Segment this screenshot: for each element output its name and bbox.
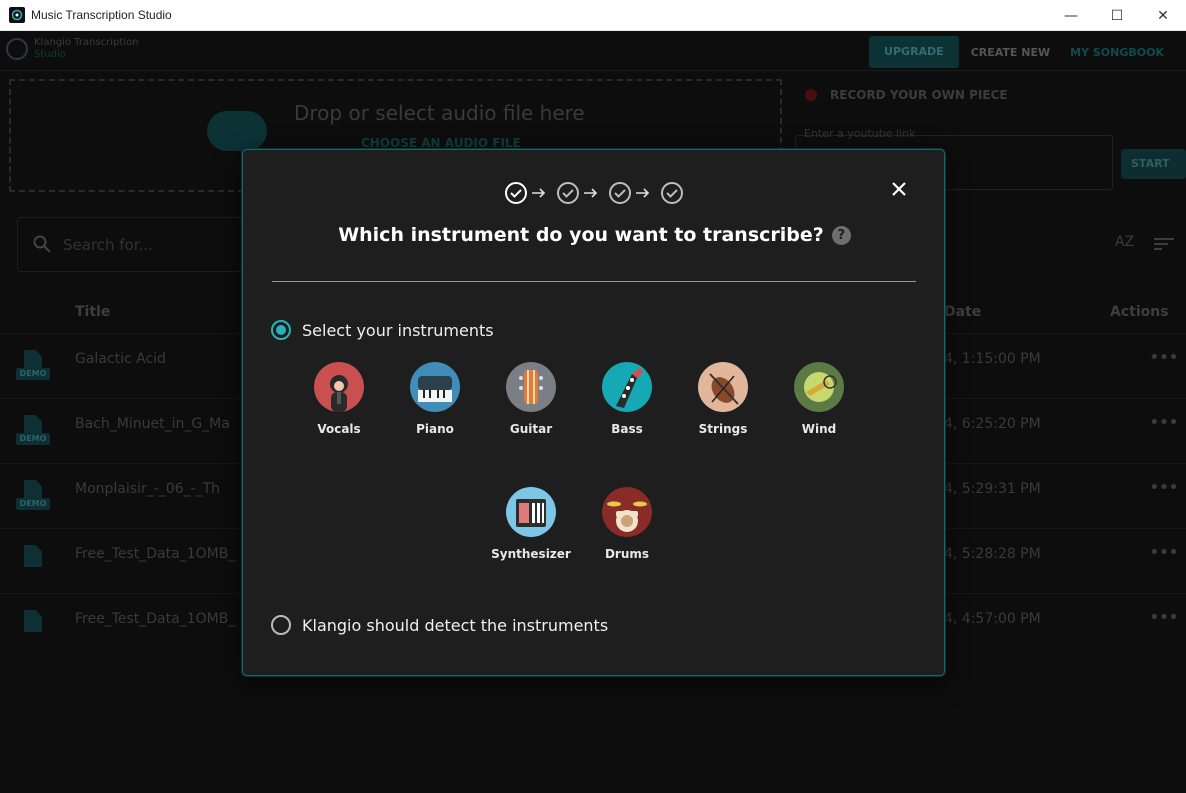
drums-icon: [602, 487, 652, 537]
more-actions-icon[interactable]: •••: [1149, 542, 1179, 563]
instrument-drums[interactable]: Drums: [587, 487, 667, 561]
song-date: 4, 6:25:20 PM: [944, 416, 1041, 432]
instrument-synthesizer[interactable]: Synthesizer: [491, 487, 571, 561]
more-actions-icon[interactable]: •••: [1149, 412, 1179, 433]
radio-select-instruments[interactable]: [271, 320, 291, 340]
brand-logo-icon: [6, 38, 28, 60]
vocals-icon: [314, 362, 364, 412]
radio-detect-instruments[interactable]: [271, 615, 291, 635]
close-icon[interactable]: [890, 180, 908, 198]
instrument-bass[interactable]: Bass: [587, 362, 667, 436]
more-actions-icon[interactable]: •••: [1149, 347, 1179, 368]
minimize-button[interactable]: —: [1048, 0, 1094, 31]
sort-list-icon[interactable]: [1154, 237, 1174, 251]
brand-sub: Studio: [34, 49, 66, 60]
song-date: 4, 5:28:28 PM: [944, 546, 1041, 562]
file-icon: [24, 610, 42, 632]
instrument-vocals[interactable]: Vocals: [299, 362, 379, 436]
instrument-wind[interactable]: Wind: [779, 362, 859, 436]
step-3-check-icon: [609, 182, 631, 204]
instrument-piano[interactable]: Piano: [395, 362, 475, 436]
demo-badge: DEMO: [16, 498, 50, 510]
help-icon[interactable]: ?: [831, 225, 851, 245]
progress-steps: [505, 182, 683, 204]
column-date-label: Date: [944, 304, 982, 320]
instrument-dialog: Which instrument do you want to transcri…: [242, 149, 945, 676]
create-new-link[interactable]: CREATE NEW: [971, 46, 1050, 59]
sort-az-icon[interactable]: AZ: [1115, 234, 1134, 250]
column-actions: Actions: [1110, 304, 1169, 320]
cloud-upload-icon: [207, 111, 267, 151]
column-title[interactable]: Title: [75, 304, 110, 320]
record-dot-icon: [805, 89, 817, 101]
song-title[interactable]: Bach_Minuet_in_G_Ma: [75, 416, 230, 432]
wind-icon: [794, 362, 844, 412]
brand[interactable]: Klangio Transcription Studio: [6, 37, 139, 61]
song-date: 4, 5:29:31 PM: [944, 481, 1041, 497]
dialog-title: Which instrument do you want to transcri…: [338, 224, 824, 246]
start-button[interactable]: START: [1121, 149, 1186, 179]
window-title: Music Transcription Studio: [31, 8, 172, 22]
instrument-label: Piano: [416, 422, 454, 436]
record-button[interactable]: RECORD YOUR OWN PIECE: [805, 88, 1008, 102]
step-2-check-icon: [557, 182, 579, 204]
option-detect-label: Klangio should detect the instruments: [302, 615, 609, 635]
instrument-guitar[interactable]: Guitar: [491, 362, 571, 436]
youtube-link-label: Enter a youtube link: [804, 127, 916, 140]
option-detect-instruments[interactable]: Klangio should detect the instruments: [271, 615, 608, 635]
app-header: Klangio Transcription Studio UPGRADE CRE…: [0, 31, 1186, 71]
song-title[interactable]: Monplaisir_-_06_-_Th: [75, 481, 220, 497]
search-placeholder: Search for...: [63, 236, 153, 254]
window-titlebar: Music Transcription Studio — ☐ ✕: [0, 0, 1186, 31]
instrument-label: Bass: [611, 422, 643, 436]
step-1-check-icon: [505, 182, 527, 204]
my-songbook-link[interactable]: MY SONGBOOK: [1070, 46, 1164, 59]
step-4-check-icon: [661, 182, 683, 204]
record-label: RECORD YOUR OWN PIECE: [830, 88, 1008, 102]
top-nav: UPGRADE CREATE NEW MY SONGBOOK: [869, 36, 1186, 68]
more-actions-icon[interactable]: •••: [1149, 477, 1179, 498]
guitar-icon: [506, 362, 556, 412]
song-title[interactable]: Free_Test_Data_1OMB_: [75, 546, 235, 562]
close-window-button[interactable]: ✕: [1140, 0, 1186, 31]
search-box[interactable]: Search for...: [17, 217, 257, 272]
instrument-label: Drums: [604, 547, 650, 561]
maximize-button[interactable]: ☐: [1094, 0, 1140, 31]
instrument-label: Strings: [698, 422, 748, 436]
instrument-label: Guitar: [509, 422, 553, 436]
piano-icon: [410, 362, 460, 412]
option-select-instruments[interactable]: Select your instruments: [271, 320, 494, 340]
demo-badge: DEMO: [16, 368, 50, 380]
more-actions-icon[interactable]: •••: [1149, 607, 1179, 628]
choose-file-link[interactable]: CHOOSE AN AUDIO FILE: [361, 136, 521, 150]
upgrade-button[interactable]: UPGRADE: [869, 36, 959, 68]
column-date[interactable]: Date: [944, 304, 981, 320]
search-icon: [33, 235, 51, 253]
dropzone-text: Drop or select audio file here: [294, 101, 585, 125]
instrument-label: Synthesizer: [491, 547, 571, 561]
brand-name: Klangio Transcription: [34, 37, 139, 48]
dialog-title-row: Which instrument do you want to transcri…: [243, 224, 946, 246]
instrument-label: Wind: [801, 422, 837, 436]
strings-icon: [698, 362, 748, 412]
song-title[interactable]: Free_Test_Data_1OMB_: [75, 611, 235, 627]
demo-badge: DEMO: [16, 433, 50, 445]
song-date: 4, 4:57:00 PM: [944, 611, 1041, 627]
song-date: 4, 1:15:00 PM: [944, 351, 1041, 367]
instrument-label: Vocals: [317, 422, 361, 436]
song-title[interactable]: Galactic Acid: [75, 351, 166, 367]
bass-icon: [602, 362, 652, 412]
app-icon: [9, 7, 25, 23]
divider: [272, 281, 916, 282]
option-select-label: Select your instruments: [302, 320, 494, 340]
file-icon: [24, 545, 42, 567]
instrument-strings[interactable]: Strings: [683, 362, 763, 436]
synthesizer-icon: [506, 487, 556, 537]
